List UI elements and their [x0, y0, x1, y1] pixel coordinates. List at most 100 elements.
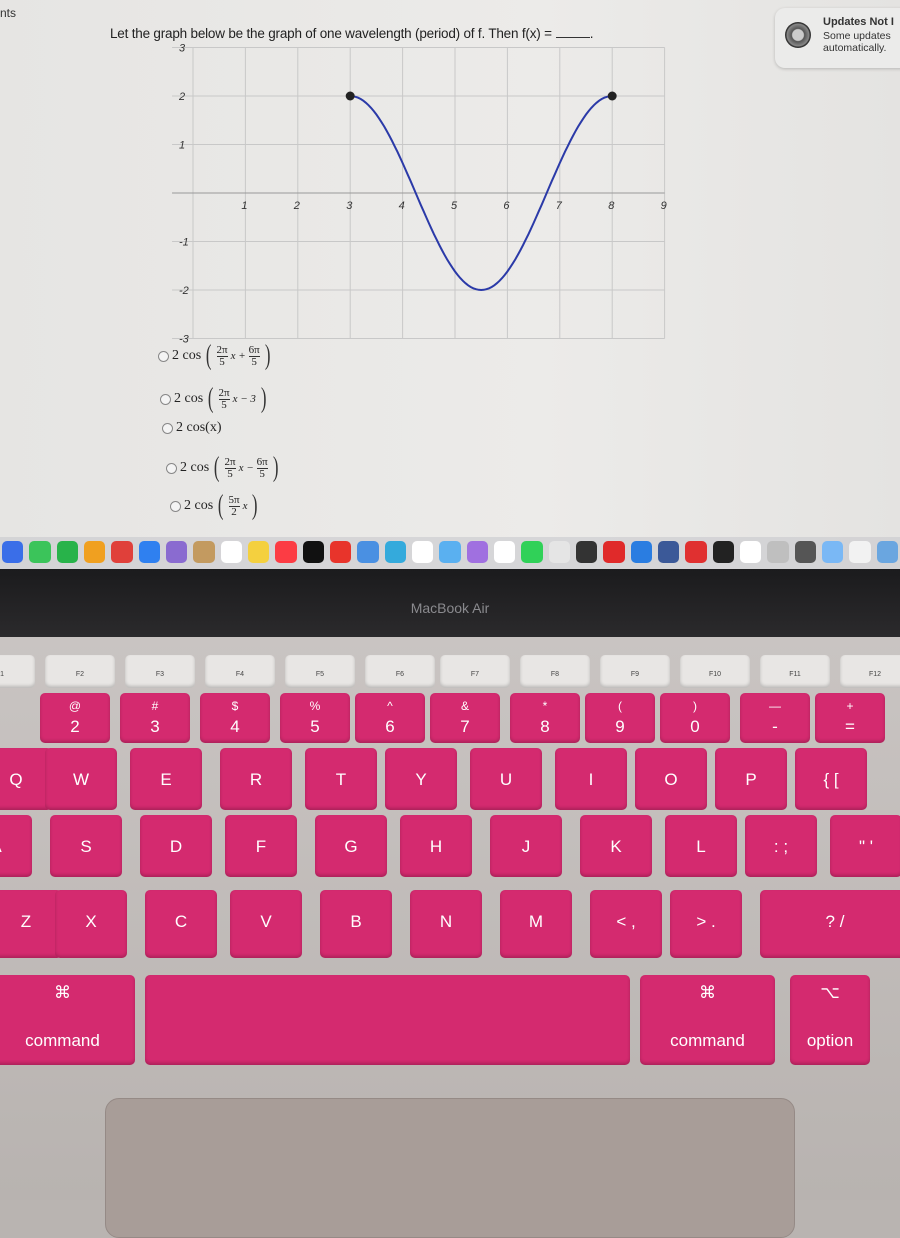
letter-key[interactable]: " ': [830, 815, 900, 877]
dock-app-icon[interactable]: [357, 541, 379, 563]
dock-app-icon[interactable]: [384, 541, 406, 563]
dock-app-icon[interactable]: [56, 541, 78, 563]
function-key[interactable]: F2: [45, 655, 115, 688]
letter-key[interactable]: R: [220, 748, 292, 810]
letter-key[interactable]: K: [580, 815, 652, 877]
function-key[interactable]: F4: [205, 655, 275, 688]
space-bar[interactable]: [145, 975, 630, 1065]
letter-key[interactable]: Y: [385, 748, 457, 810]
dock-app-icon[interactable]: [247, 541, 270, 563]
dock-app-icon[interactable]: [329, 541, 352, 563]
dock-app-icon[interactable]: [439, 541, 461, 563]
radio-button[interactable]: [170, 500, 181, 512]
function-key[interactable]: F1: [0, 655, 35, 688]
function-key[interactable]: F12: [840, 655, 900, 688]
letter-key[interactable]: L: [665, 815, 737, 877]
function-key[interactable]: F9: [600, 655, 670, 688]
letter-key[interactable]: T: [305, 748, 377, 810]
letter-key[interactable]: I: [555, 748, 627, 810]
dock-app-icon[interactable]: [165, 541, 188, 563]
dock-app-icon[interactable]: [411, 541, 434, 563]
trackpad[interactable]: [105, 1098, 795, 1238]
letter-key[interactable]: F: [225, 815, 297, 877]
number-key[interactable]: — -: [740, 693, 810, 743]
letter-key[interactable]: > .: [670, 890, 742, 958]
number-key[interactable]: (9: [585, 693, 655, 743]
number-key[interactable]: ^ 6: [355, 693, 425, 743]
letter-key[interactable]: P: [715, 748, 787, 810]
dock-app-icon[interactable]: [548, 541, 570, 563]
letter-key[interactable]: < ,: [590, 890, 662, 958]
number-key[interactable]: ) 0: [660, 693, 730, 743]
option-key[interactable]: ⌥ option: [790, 975, 870, 1065]
radio-button[interactable]: [158, 350, 169, 362]
dock-app-icon[interactable]: [2, 541, 24, 563]
letter-key[interactable]: D: [140, 815, 212, 877]
function-key[interactable]: F7: [440, 655, 510, 688]
dock-app-icon[interactable]: [29, 541, 51, 563]
letter-key[interactable]: O: [635, 748, 707, 810]
letter-key[interactable]: { [: [795, 748, 867, 810]
dock-app-icon[interactable]: [493, 541, 516, 563]
dock-app-icon[interactable]: [521, 541, 543, 563]
letter-key[interactable]: W: [45, 748, 117, 810]
dock-app-icon[interactable]: [83, 541, 106, 563]
letter-key[interactable]: A: [0, 815, 32, 877]
letter-key[interactable]: : ;: [745, 815, 817, 877]
dock-app-icon[interactable]: [193, 541, 215, 563]
radio-button[interactable]: [162, 422, 173, 434]
answer-choice[interactable]: 2 cos(2π 5 x − 3): [160, 383, 268, 415]
letter-key[interactable]: J: [490, 815, 562, 877]
dock-app-icon[interactable]: [876, 541, 898, 563]
updates-notification[interactable]: Updates Not I Some updates automatically…: [775, 8, 900, 68]
dock-app-icon[interactable]: [603, 541, 625, 563]
number-key[interactable]: #3: [120, 693, 190, 743]
letter-key[interactable]: U: [470, 748, 542, 810]
dock-app-icon[interactable]: [630, 541, 652, 563]
number-key[interactable]: $4: [200, 693, 270, 743]
dock-app-icon[interactable]: [138, 541, 160, 563]
dock-app-icon[interactable]: [685, 541, 707, 563]
dock-app-icon[interactable]: [302, 541, 324, 563]
letter-key[interactable]: X: [55, 890, 127, 958]
command-key[interactable]: ⌘ command: [0, 975, 135, 1065]
function-key[interactable]: F5: [285, 655, 355, 688]
number-key[interactable]: & 7: [430, 693, 500, 743]
letter-key[interactable]: ? /: [760, 890, 900, 958]
function-key[interactable]: F11: [760, 655, 830, 688]
function-key[interactable]: F8: [520, 655, 590, 688]
letter-key[interactable]: C: [145, 890, 217, 958]
letter-key[interactable]: E: [130, 748, 202, 810]
dock-app-icon[interactable]: [849, 541, 871, 563]
dock-app-icon[interactable]: [220, 541, 242, 563]
number-key[interactable]: + =: [815, 693, 885, 743]
command-key[interactable]: ⌘ command: [640, 975, 775, 1065]
dock-app-icon[interactable]: [794, 541, 816, 563]
letter-key[interactable]: H: [400, 815, 472, 877]
dock-app-icon[interactable]: [821, 541, 844, 563]
dock-app-icon[interactable]: [575, 541, 598, 563]
number-key[interactable]: * 8: [510, 693, 580, 743]
dock-app-icon[interactable]: [657, 541, 680, 563]
radio-button[interactable]: [166, 462, 177, 474]
letter-key[interactable]: Z: [0, 890, 62, 958]
function-key[interactable]: F6: [365, 655, 435, 688]
dock-app-icon[interactable]: [739, 541, 762, 563]
function-key[interactable]: F10: [680, 655, 750, 688]
dock-app-icon[interactable]: [275, 541, 297, 563]
letter-key[interactable]: V: [230, 890, 302, 958]
number-key[interactable]: % 5: [280, 693, 350, 743]
radio-button[interactable]: [160, 393, 171, 405]
function-key[interactable]: F3: [125, 655, 195, 688]
letter-key[interactable]: M: [500, 890, 572, 958]
dock-app-icon[interactable]: [712, 541, 734, 563]
answer-choice[interactable]: 2 cos(5π 2 x): [170, 490, 260, 522]
number-key[interactable]: @2: [40, 693, 110, 743]
letter-key[interactable]: B: [320, 890, 392, 958]
answer-choice[interactable]: 2 cos(2π 5 x −6π 5): [166, 452, 280, 484]
dock-app-icon[interactable]: [466, 541, 488, 563]
letter-key[interactable]: G: [315, 815, 387, 877]
letter-key[interactable]: N: [410, 890, 482, 958]
dock-app-icon[interactable]: [767, 541, 789, 563]
answer-choice[interactable]: 2 cos(2π 5 x +6π 5): [158, 340, 272, 372]
